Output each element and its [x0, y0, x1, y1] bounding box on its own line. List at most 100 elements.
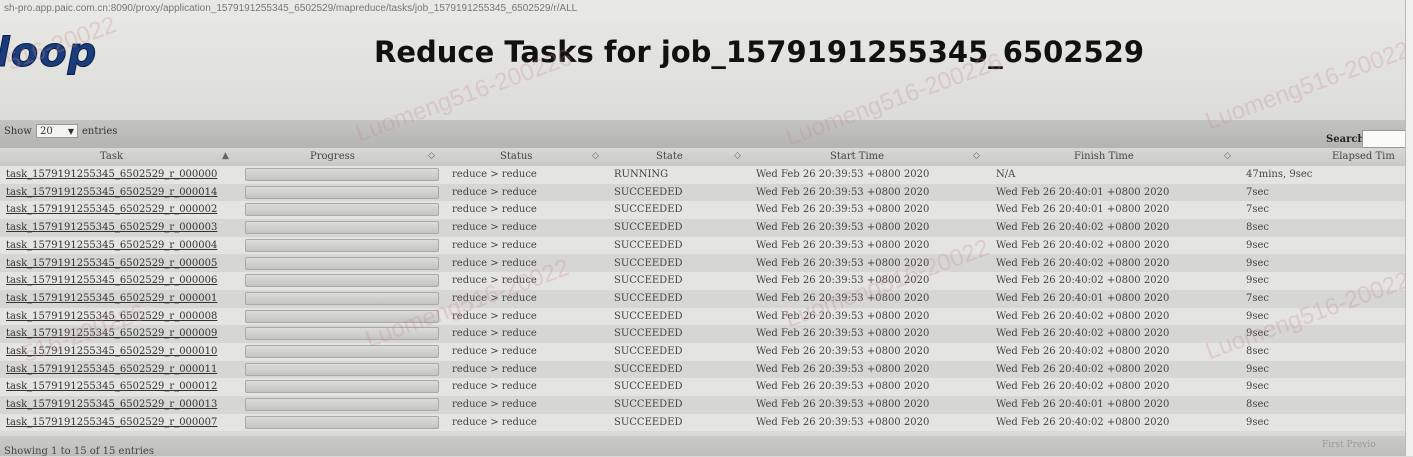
sort-icon[interactable]: ◇ [428, 151, 435, 161]
progress-bar [245, 185, 439, 199]
table-header [0, 148, 1413, 167]
task-link[interactable]: task_1579191255345_6502529_r_000002 [6, 204, 217, 215]
status-cell: reduce > reduce [452, 239, 537, 251]
table-row: task_1579191255345_6502529_r_000009 reduc… [0, 325, 1413, 343]
sort-icon[interactable]: ◇ [1224, 151, 1231, 161]
finish-time-cell: Wed Feb 26 20:40:01 +0800 2020 [996, 204, 1170, 216]
elapsed-time-cell: 8sec [1246, 222, 1270, 234]
progress-bar [245, 327, 439, 341]
sort-icon[interactable]: ◇ [592, 151, 599, 161]
start-time-cell: Wed Feb 26 20:39:53 +0800 2020 [756, 381, 930, 393]
finish-time-cell: Wed Feb 26 20:40:01 +0800 2020 [996, 292, 1170, 304]
task-link[interactable]: task_1579191255345_6502529_r_000013 [6, 399, 217, 410]
task-link[interactable]: task_1579191255345_6502529_r_000001 [6, 293, 217, 304]
state-cell: SUCCEEDED [614, 257, 683, 269]
column-header-elapsed-time[interactable]: Elapsed Tim [1332, 151, 1395, 162]
table-row: task_1579191255345_6502529_r_000002 reduc… [0, 201, 1413, 220]
status-cell: reduce > reduce [452, 169, 537, 180]
first-page-button[interactable]: First [1322, 440, 1344, 450]
task-link[interactable]: task_1579191255345_6502529_r_000007 [6, 417, 217, 428]
elapsed-time-cell: 47mins, 9sec [1246, 169, 1313, 180]
progress-bar [245, 362, 439, 376]
finish-time-cell: Wed Feb 26 20:40:02 +0800 2020 [996, 328, 1170, 340]
address-bar[interactable]: sh-pro.app.paic.com.cn:8090/proxy/applic… [0, 0, 1413, 23]
column-header-progress[interactable]: Progress [310, 151, 355, 162]
table-row: task_1579191255345_6502529_r_000004 reduc… [0, 236, 1413, 255]
status-cell: reduce > reduce [452, 363, 537, 375]
sort-icon[interactable]: ◇ [973, 151, 980, 161]
progress-bar [245, 380, 439, 394]
status-cell: reduce > reduce [452, 204, 537, 216]
progress-bar [245, 309, 439, 323]
table-row: task_1579191255345_6502529_r_000013 reduc… [0, 396, 1413, 414]
start-time-cell: Wed Feb 26 20:39:53 +0800 2020 [756, 169, 930, 180]
state-cell: SUCCEEDED [614, 346, 683, 357]
sort-asc-icon[interactable]: ▲ [222, 151, 229, 161]
task-link[interactable]: task_1579191255345_6502529_r_000014 [6, 187, 217, 198]
task-link[interactable]: task_1579191255345_6502529_r_000009 [6, 328, 217, 339]
elapsed-time-cell: 9sec [1246, 239, 1270, 251]
task-link[interactable]: task_1579191255345_6502529_r_000004 [6, 240, 217, 251]
column-header-status[interactable]: Status [500, 151, 532, 162]
start-time-cell: Wed Feb 26 20:39:53 +0800 2020 [756, 399, 930, 411]
previous-page-button[interactable]: Previo [1347, 440, 1376, 450]
table-row: task_1579191255345_6502529_r_000003 reduc… [0, 219, 1413, 237]
elapsed-time-cell: 9sec [1246, 310, 1270, 322]
progress-bar [245, 238, 439, 252]
state-cell: SUCCEEDED [614, 222, 683, 234]
table-row: task_1579191255345_6502529_r_000011 reduc… [0, 360, 1413, 379]
task-link[interactable]: task_1579191255345_6502529_r_000012 [6, 381, 217, 392]
entries-per-page-value: 20 [40, 126, 53, 137]
start-time-cell: Wed Feb 26 20:39:53 +0800 2020 [756, 310, 930, 322]
sort-icon[interactable]: ◇ [734, 151, 741, 161]
finish-time-cell: N/A [996, 169, 1016, 180]
progress-bar [245, 168, 439, 181]
finish-time-cell: Wed Feb 26 20:40:02 +0800 2020 [996, 346, 1170, 357]
task-link[interactable]: task_1579191255345_6502529_r_000003 [6, 222, 217, 233]
elapsed-time-cell: 8sec [1246, 346, 1270, 357]
finish-time-cell: Wed Feb 26 20:40:02 +0800 2020 [996, 416, 1170, 428]
status-cell: reduce > reduce [452, 257, 537, 269]
column-header-task[interactable]: Task [100, 151, 123, 162]
state-cell: SUCCEEDED [614, 416, 683, 428]
task-link[interactable]: task_1579191255345_6502529_r_000005 [6, 258, 217, 269]
table-row: task_1579191255345_6502529_r_000000 reduc… [0, 166, 1413, 184]
column-header-state[interactable]: State [656, 151, 683, 162]
progress-bar [245, 291, 439, 305]
column-header-finish-time[interactable]: Finish Time [1074, 151, 1134, 162]
elapsed-time-cell: 7sec [1246, 292, 1270, 304]
show-label: Show [4, 126, 32, 137]
url-text: sh-pro.app.paic.com.cn:8090/proxy/applic… [4, 3, 578, 14]
finish-time-cell: Wed Feb 26 20:40:02 +0800 2020 [996, 257, 1170, 269]
start-time-cell: Wed Feb 26 20:39:53 +0800 2020 [756, 328, 930, 340]
finish-time-cell: Wed Feb 26 20:40:02 +0800 2020 [996, 381, 1170, 393]
task-link[interactable]: task_1579191255345_6502529_r_000008 [6, 311, 217, 322]
finish-time-cell: Wed Feb 26 20:40:02 +0800 2020 [996, 222, 1170, 234]
elapsed-time-cell: 9sec [1246, 328, 1270, 340]
status-cell: reduce > reduce [452, 399, 537, 411]
hadoop-logo[interactable]: loop [0, 30, 114, 77]
entries-label: entries [82, 126, 118, 137]
elapsed-time-cell: 9sec [1246, 381, 1270, 393]
state-cell: SUCCEEDED [614, 328, 683, 340]
progress-bar [245, 345, 439, 358]
entries-info: Showing 1 to 15 of 15 entries [4, 446, 154, 457]
table-row: task_1579191255345_6502529_r_000001 reduc… [0, 289, 1413, 308]
start-time-cell: Wed Feb 26 20:39:53 +0800 2020 [756, 257, 930, 269]
progress-bar [245, 274, 439, 288]
progress-bar [245, 398, 439, 412]
table-row: task_1579191255345_6502529_r_000007 reduc… [0, 413, 1413, 432]
start-time-cell: Wed Feb 26 20:39:53 +0800 2020 [756, 275, 930, 287]
progress-bar [245, 415, 439, 429]
task-link[interactable]: task_1579191255345_6502529_r_000000 [6, 169, 217, 180]
task-link[interactable]: task_1579191255345_6502529_r_000010 [6, 346, 217, 357]
start-time-cell: Wed Feb 26 20:39:53 +0800 2020 [756, 416, 930, 428]
task-link[interactable]: task_1579191255345_6502529_r_000011 [6, 364, 217, 375]
page-title: Reduce Tasks for job_1579191255345_65025… [374, 35, 1145, 69]
task-link[interactable]: task_1579191255345_6502529_r_000006 [6, 275, 217, 286]
table-footer [0, 436, 1413, 456]
column-header-start-time[interactable]: Start Time [830, 151, 884, 162]
state-cell: SUCCEEDED [614, 186, 683, 198]
entries-per-page-select[interactable]: 20 ▼ [36, 124, 78, 138]
status-cell: reduce > reduce [452, 275, 537, 287]
